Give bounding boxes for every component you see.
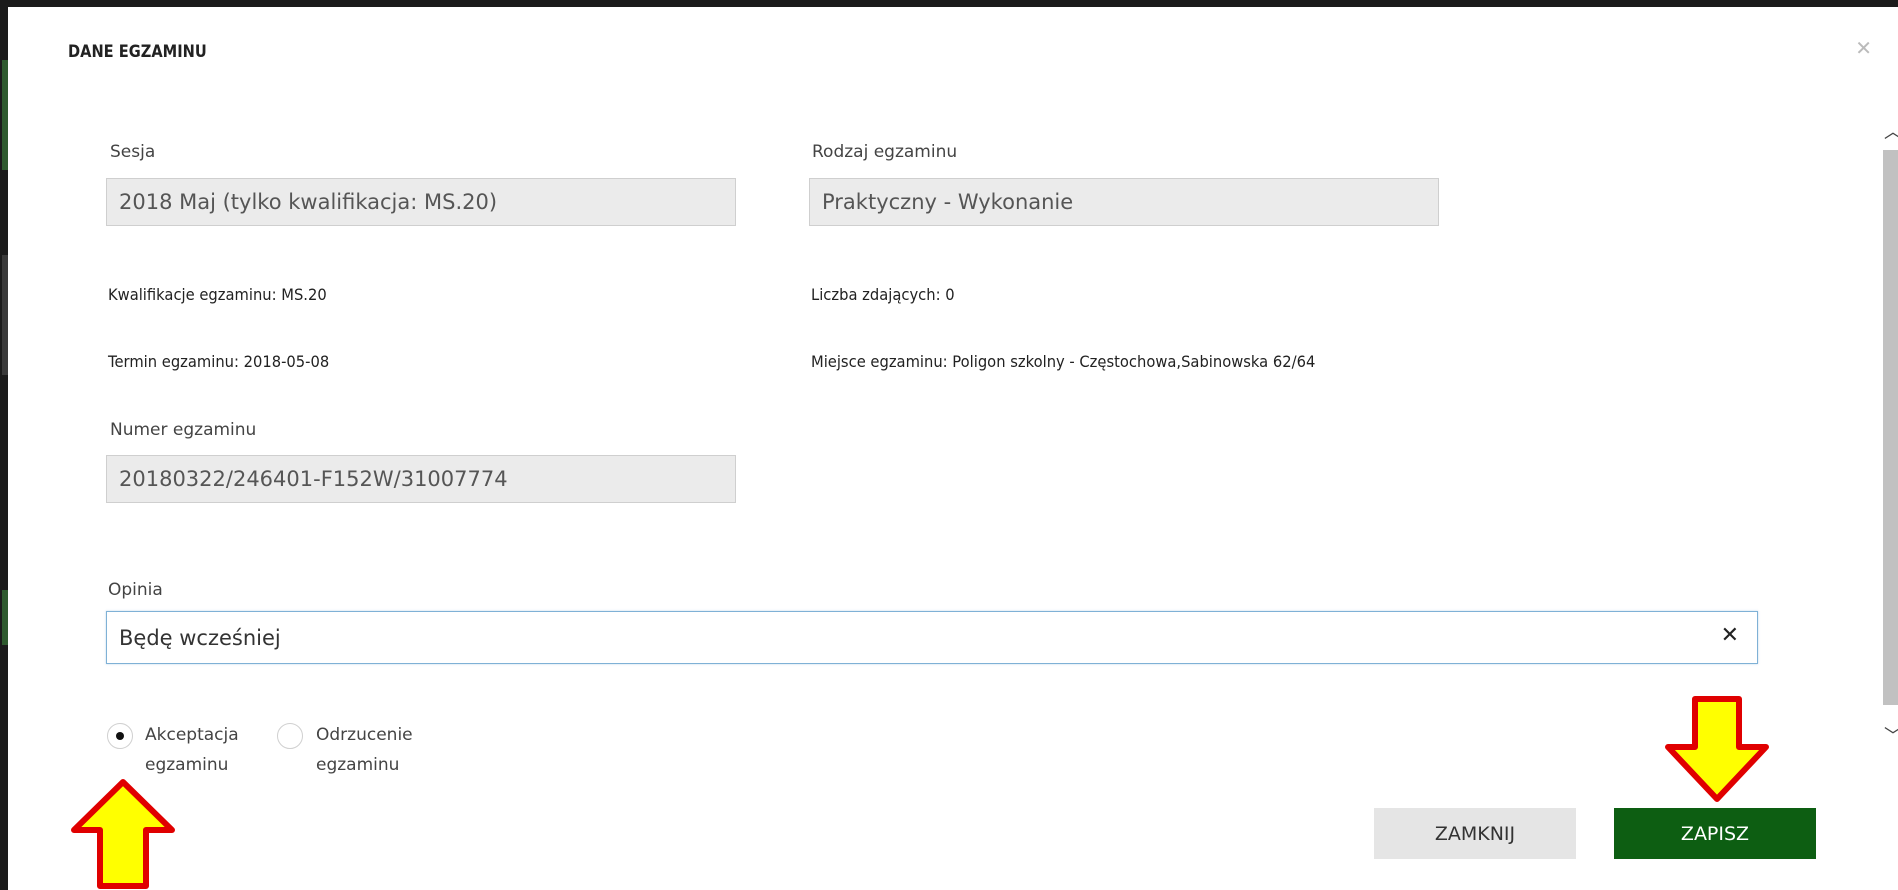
scroll-down-icon[interactable]: ﹀ [1884,722,1898,748]
radio-reject-label[interactable]: Odrzucenie egzaminu [316,720,413,780]
opinia-input[interactable] [107,612,1679,663]
rodzaj-field: Praktyczny - Wykonanie [809,178,1439,226]
background-frame-top [0,0,1898,7]
radio-accept[interactable] [107,723,133,749]
numer-label: Numer egzaminu [110,420,257,440]
termin-text: Termin egzaminu: 2018-05-08 [108,352,330,371]
radio-reject[interactable] [277,723,303,749]
rodzaj-label: Rodzaj egzaminu [812,142,958,162]
radio-accept-label[interactable]: Akceptacja egzaminu [145,720,239,780]
numer-field: 20180322/246401-F152W/31007774 [106,455,736,503]
sesja-label: Sesja [110,142,156,162]
clear-icon[interactable]: ✕ [1721,623,1739,648]
arrow-down-icon [1665,696,1769,802]
background-frame-left [0,0,8,890]
close-icon[interactable]: ✕ [1855,36,1872,60]
miejsce-text: Miejsce egzaminu: Poligon szkolny - Częs… [811,352,1316,371]
arrow-up-icon [71,779,175,889]
kwalifikacje-text: Kwalifikacje egzaminu: MS.20 [108,285,327,304]
save-button[interactable]: ZAPISZ [1614,808,1816,859]
modal-title: DANE EGZAMINU [68,42,207,62]
liczba-zdajacych-text: Liczba zdających: 0 [811,285,955,304]
radio-selected-dot [116,732,124,740]
opinia-field-wrapper: ✕ [106,611,1758,664]
close-button[interactable]: ZAMKNIJ [1374,808,1576,859]
scroll-up-icon[interactable]: ︿ [1884,118,1898,144]
scrollbar-thumb[interactable] [1883,150,1898,705]
sesja-field: 2018 Maj (tylko kwalifikacja: MS.20) [106,178,736,226]
opinia-label: Opinia [108,580,163,600]
